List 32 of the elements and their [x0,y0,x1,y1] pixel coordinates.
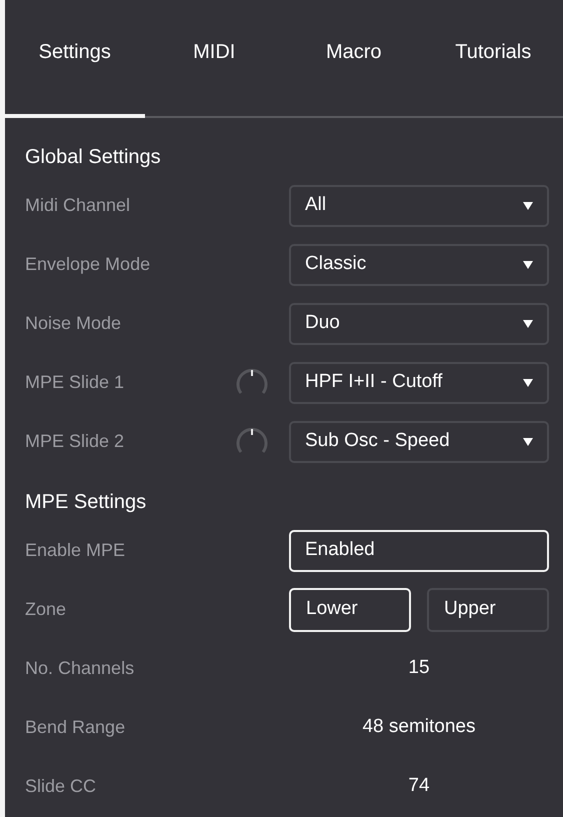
dropdown[interactable]: Sub Osc - Speed [289,420,549,462]
section-title: Global Settings [25,145,162,170]
setting-label: MPE Slide 2 [25,430,124,453]
tab[interactable]: MIDI [144,0,284,118]
value-text: 74 [408,774,430,798]
setting-label: Noise Mode [25,312,122,335]
value-text: 48 semitones [362,715,476,740]
setting-label: Bend Range [25,716,126,739]
caret-icon [523,320,533,328]
caret-icon [523,378,533,386]
zone-option[interactable]: Lower [289,588,411,632]
tab[interactable]: Settings [5,0,144,118]
setting-label: Enable MPE [25,539,126,562]
setting-label: Slide CC [25,775,96,798]
caret-icon [523,260,533,268]
dropdown[interactable]: Classic [289,244,549,286]
dropdown[interactable]: Duo [289,302,549,344]
setting-label: Midi Channel [25,194,130,217]
dropdown[interactable]: HPF I+II - Cutoff [289,362,549,404]
caret-icon [523,438,533,446]
setting-label: MPE Slide 1 [25,371,124,394]
setting-label: Zone [25,598,66,621]
dropdown[interactable]: All [289,184,549,226]
caret-icon [523,202,533,210]
toggle-button[interactable]: Enabled [289,530,549,572]
setting-label: No. Channels [25,657,134,680]
setting-label: Envelope Mode [25,253,150,276]
tab[interactable]: Macro [284,0,424,118]
value-text: 15 [408,656,430,680]
section-title: MPE Settings [25,490,148,515]
tab[interactable]: Tutorials [424,0,563,118]
zone-option[interactable]: Upper [427,588,549,632]
